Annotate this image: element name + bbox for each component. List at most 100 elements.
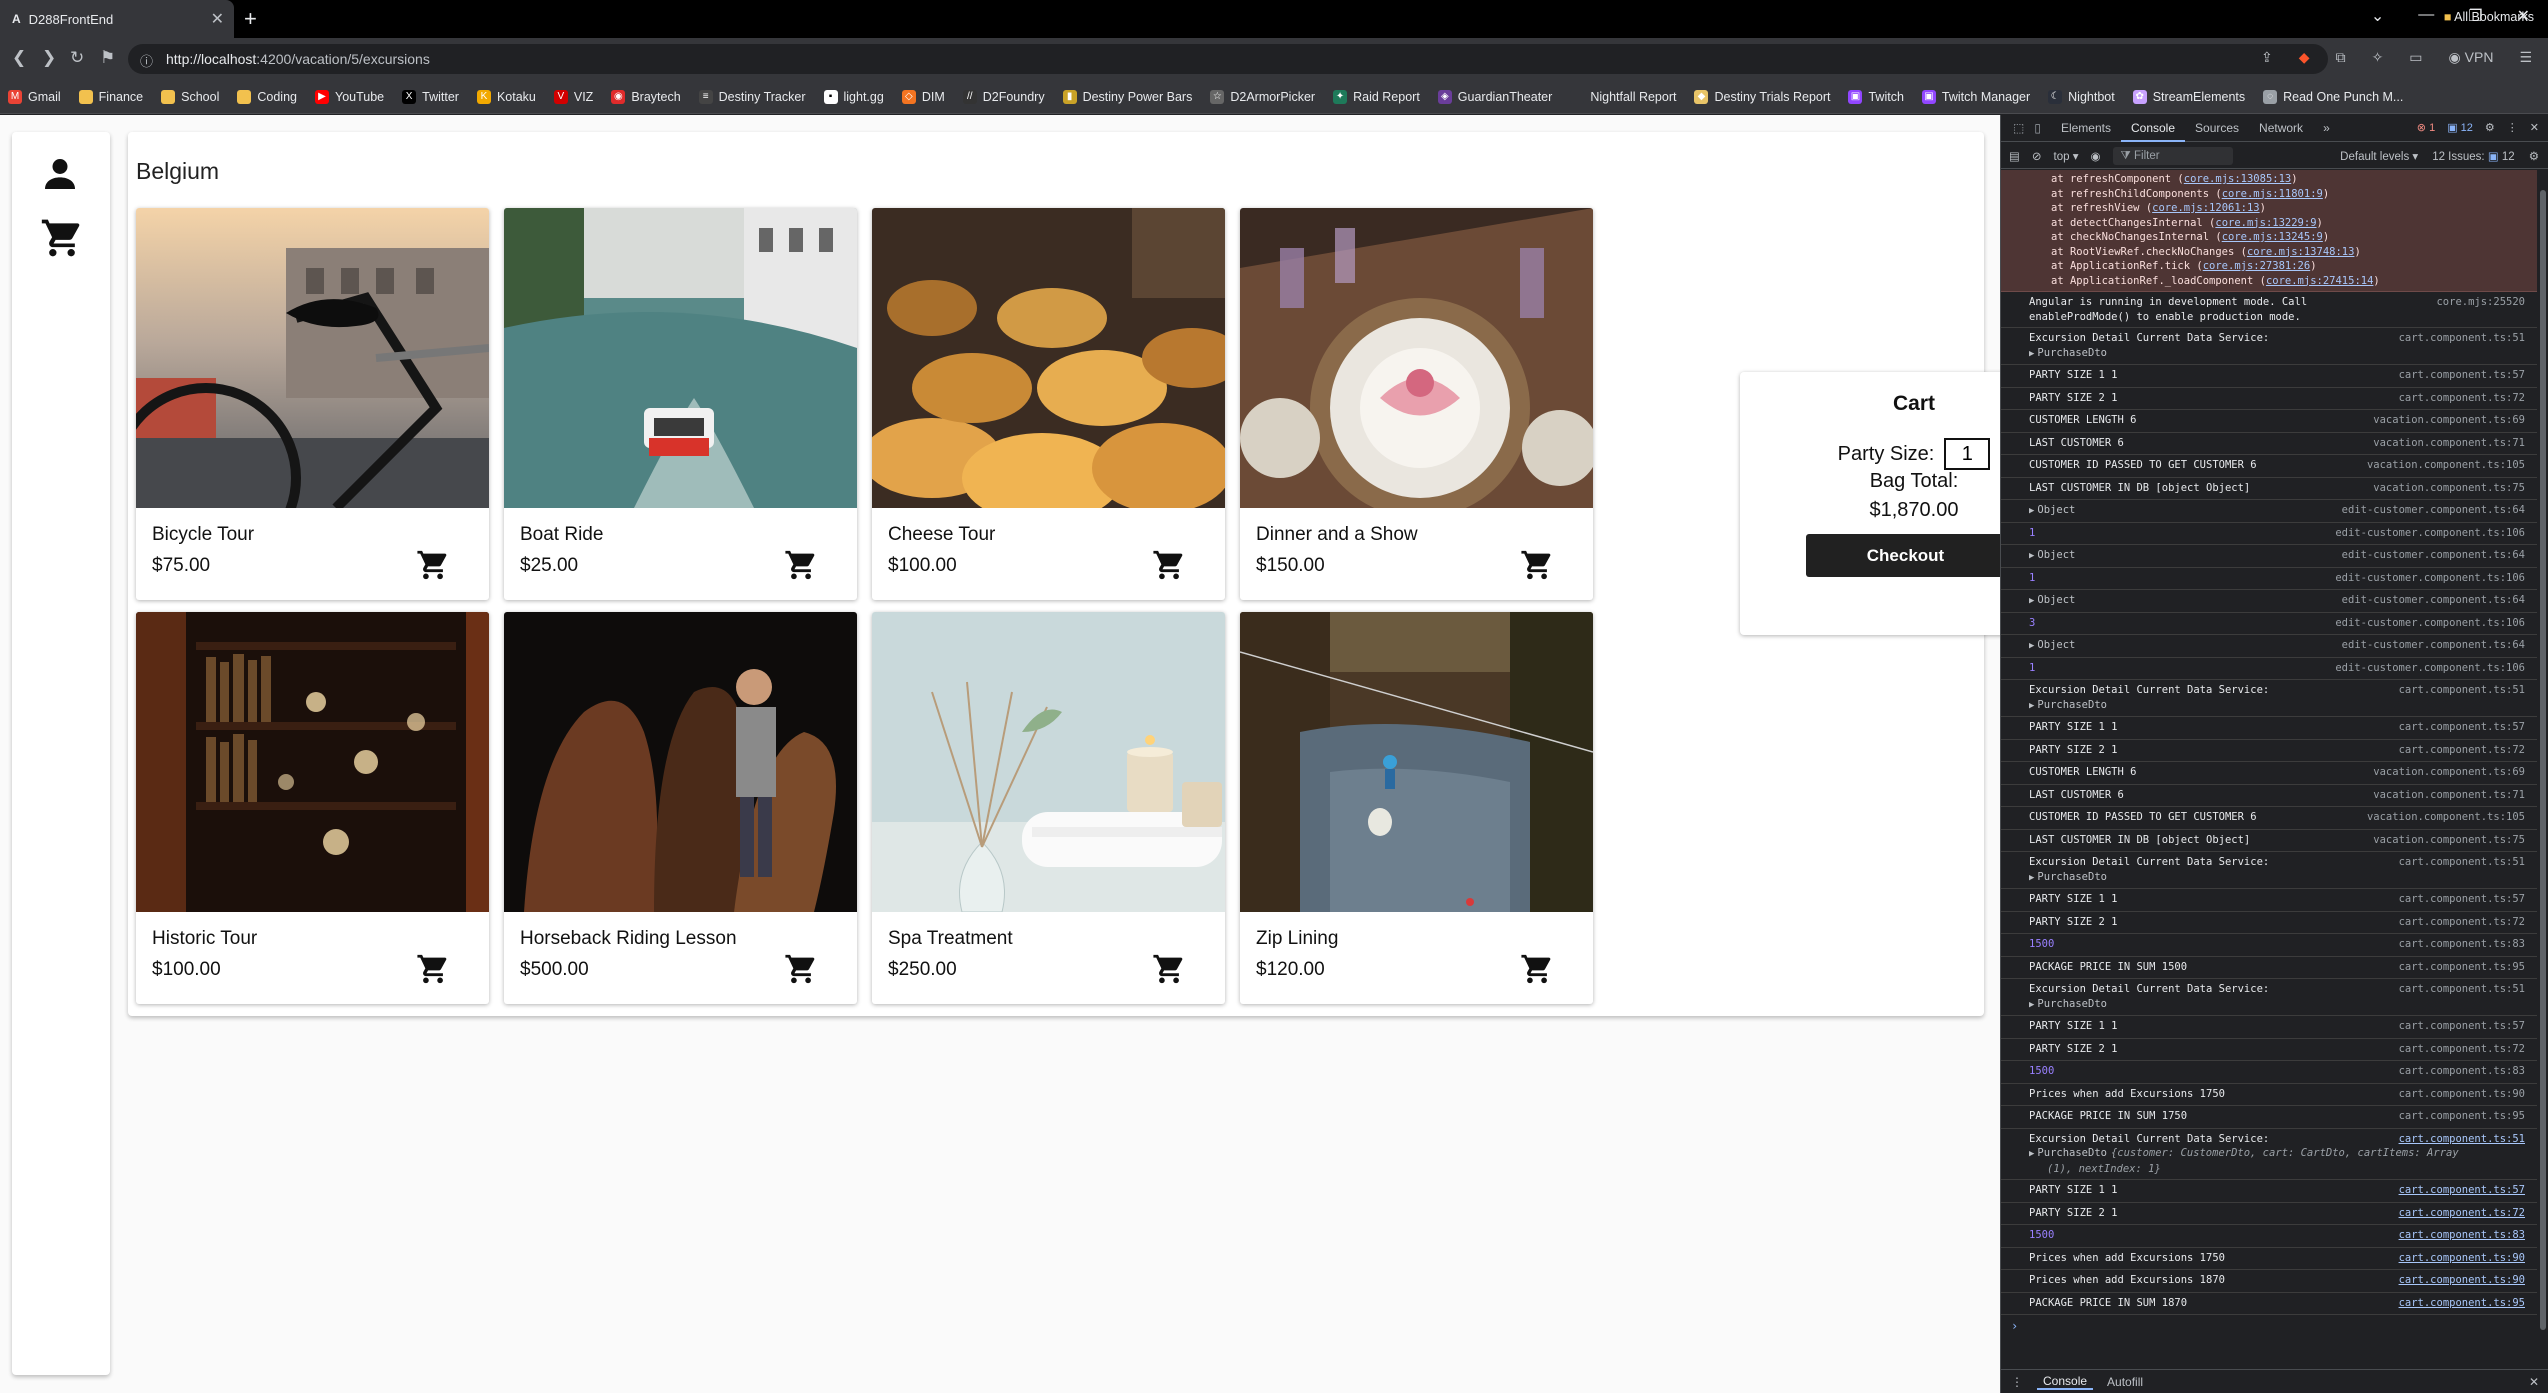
stack-link[interactable]: core.mjs:27415:14	[2266, 275, 2373, 287]
expand-triangle-icon[interactable]: ▶	[2029, 1000, 2034, 1010]
source-link[interactable]: vacation.component.ts:69	[2373, 413, 2525, 428]
source-link[interactable]: cart.component.ts:95	[2399, 960, 2525, 975]
scrollbar-thumb[interactable]	[2540, 190, 2546, 1330]
console-object[interactable]: ▶ PurchaseDto	[2029, 698, 2527, 714]
bookmark-item[interactable]: ◌ Read One Punch M...	[2263, 89, 2403, 104]
close-devtools-icon[interactable]: ✕	[2530, 121, 2539, 134]
source-link[interactable]: vacation.component.ts:75	[2373, 481, 2525, 496]
forward-icon[interactable]: ❯	[42, 48, 56, 68]
excursion-card[interactable]: Bicycle Tour $75.00	[136, 208, 489, 600]
excursion-card[interactable]: Historic Tour $100.00	[136, 612, 489, 1004]
bookmark-item[interactable]: ◉ Braytech	[611, 89, 681, 104]
bookmark-item[interactable]: ◈ GuardianTheater	[1437, 89, 1552, 104]
stack-link[interactable]: core.mjs:12061:13	[2152, 202, 2259, 214]
minimize-icon[interactable]: —	[2418, 6, 2434, 26]
leo-icon[interactable]: ✧	[2372, 49, 2384, 66]
bookmark-item[interactable]: ▶ YouTube	[315, 89, 384, 104]
excursion-card[interactable]: Boat Ride $25.00	[504, 208, 857, 600]
source-link[interactable]: cart.component.ts:57	[2399, 720, 2525, 735]
devtools-tab-elements[interactable]: Elements	[2051, 115, 2121, 142]
site-info-icon[interactable]: ⓘ	[140, 51, 153, 70]
console-object[interactable]: ▶ PurchaseDto {customer: CustomerDto, cart…	[2029, 1146, 2527, 1162]
close-drawer-icon[interactable]: ✕	[2529, 1375, 2539, 1389]
bookmark-item[interactable]: ▣ Twitch Manager	[1921, 89, 2030, 104]
tab-search-icon[interactable]: ⌄	[2371, 6, 2384, 26]
source-link[interactable]: cart.component.ts:51	[2399, 683, 2525, 698]
devtools-tab-console[interactable]: Console	[2120, 115, 2186, 142]
source-link[interactable]: cart.component.ts:51	[2399, 331, 2525, 346]
bookmark-item[interactable]: ▣ Twitch	[1848, 89, 1904, 104]
expand-triangle-icon[interactable]: ▶	[2029, 506, 2034, 516]
stack-link[interactable]: core.mjs:27381:26	[2203, 260, 2310, 272]
source-link[interactable]: edit-customer.component.ts:106	[2335, 571, 2525, 586]
source-link[interactable]: cart.component.ts:72	[2399, 743, 2525, 758]
source-link[interactable]: cart.component.ts:51	[2399, 982, 2525, 997]
bookmark-item[interactable]: ◆ Destiny Trials Report	[1694, 89, 1830, 104]
reload-icon[interactable]: ↻	[70, 48, 84, 68]
bookmark-item[interactable]: Finance	[78, 89, 143, 104]
excursion-card[interactable]: Cheese Tour $100.00	[872, 208, 1225, 600]
source-link[interactable]: cart.component.ts:95	[2399, 1296, 2525, 1311]
stack-link[interactable]: core.mjs:11801:9	[2222, 188, 2323, 200]
bookmark-item[interactable]: ☾ Nightbot	[2048, 89, 2115, 104]
add-to-cart-icon[interactable]	[416, 548, 450, 582]
add-to-cart-icon[interactable]	[1152, 952, 1186, 986]
source-link[interactable]: vacation.component.ts:71	[2373, 788, 2525, 803]
excursion-card[interactable]: Zip Lining $120.00	[1240, 612, 1593, 1004]
source-link[interactable]: edit-customer.component.ts:64	[2342, 548, 2525, 563]
console-prompt[interactable]: ›	[2011, 1315, 2537, 1333]
source-link[interactable]: cart.component.ts:72	[2399, 391, 2525, 406]
source-link[interactable]: core.mjs:25520	[2436, 295, 2525, 310]
source-link[interactable]: cart.component.ts:95	[2399, 1109, 2525, 1124]
source-link[interactable]: cart.component.ts:57	[2399, 892, 2525, 907]
source-link[interactable]: edit-customer.component.ts:106	[2335, 616, 2525, 631]
stack-link[interactable]: core.mjs:13229:9	[2215, 217, 2316, 229]
settings-icon[interactable]: ⚙	[2485, 121, 2495, 134]
all-bookmarks-button[interactable]: ■ All Bookmarks	[2444, 10, 2534, 24]
console-scrollbar[interactable]	[2538, 170, 2548, 1350]
sidebar-toggle-icon[interactable]: ▤	[2009, 149, 2020, 163]
add-to-cart-icon[interactable]	[1520, 548, 1554, 582]
source-link[interactable]: edit-customer.component.ts:64	[2342, 638, 2525, 653]
source-link[interactable]: edit-customer.component.ts:64	[2342, 503, 2525, 518]
browser-tab[interactable]: A D288FrontEnd ✕	[0, 0, 234, 38]
expand-triangle-icon[interactable]: ▶	[2029, 349, 2034, 359]
bookmark-item[interactable]: // D2Foundry	[962, 89, 1045, 104]
expand-triangle-icon[interactable]: ▶	[2029, 873, 2034, 883]
excursion-card[interactable]: Dinner and a Show $150.00	[1240, 208, 1593, 600]
source-link[interactable]: cart.component.ts:57	[2399, 1183, 2525, 1198]
expand-triangle-icon[interactable]: ▶	[2029, 551, 2034, 561]
log-levels-select[interactable]: Default levels ▾	[2340, 149, 2418, 163]
live-expression-icon[interactable]: ◉	[2090, 149, 2100, 163]
sidebar-icon[interactable]: ▭	[2409, 49, 2422, 66]
source-link[interactable]: cart.component.ts:90	[2399, 1087, 2525, 1102]
bookmark-item[interactable]: ✦ Raid Report	[1333, 89, 1420, 104]
clear-console-icon[interactable]: ⊘	[2032, 149, 2042, 163]
close-tab-icon[interactable]: ✕	[211, 9, 224, 29]
source-link[interactable]: vacation.component.ts:105	[2367, 458, 2525, 473]
expand-triangle-icon[interactable]: ▶	[2029, 596, 2034, 606]
stack-link[interactable]: core.mjs:13245:9	[2222, 231, 2323, 243]
source-link[interactable]: vacation.component.ts:69	[2373, 765, 2525, 780]
bookmark-item[interactable]: ▪ light.gg	[823, 89, 884, 104]
back-icon[interactable]: ❮	[12, 48, 26, 68]
bookmark-icon[interactable]: ⚑	[100, 48, 115, 68]
bookmark-item[interactable]: ☆ D2ArmorPicker	[1210, 89, 1315, 104]
expand-triangle-icon[interactable]: ▶	[2029, 701, 2034, 711]
source-link[interactable]: cart.component.ts:83	[2399, 937, 2525, 952]
bookmark-item[interactable]: K Kotaku	[476, 89, 536, 104]
person-icon[interactable]	[40, 154, 80, 194]
extensions-icon[interactable]: ⧉	[2336, 49, 2346, 66]
stack-link[interactable]: core.mjs:13748:13	[2247, 246, 2354, 258]
console-object[interactable]: ▶ PurchaseDto	[2029, 346, 2527, 362]
inspect-icon[interactable]: ⬚	[2013, 121, 2024, 135]
console-filter-input[interactable]: ⧩ Filter	[2112, 146, 2233, 165]
source-link[interactable]: cart.component.ts:51	[2399, 1132, 2525, 1147]
bookmark-item[interactable]: ≡ Destiny Tracker	[698, 89, 806, 104]
stack-link[interactable]: core.mjs:13085:13	[2184, 173, 2291, 185]
bookmark-item[interactable]: ◇ DIM	[901, 89, 945, 104]
source-link[interactable]: edit-customer.component.ts:106	[2335, 526, 2525, 541]
bookmark-item[interactable]: ▮ Destiny Power Bars	[1062, 89, 1192, 104]
source-link[interactable]: cart.component.ts:72	[2399, 1206, 2525, 1221]
expand-triangle-icon[interactable]: ▶	[2029, 1149, 2034, 1159]
